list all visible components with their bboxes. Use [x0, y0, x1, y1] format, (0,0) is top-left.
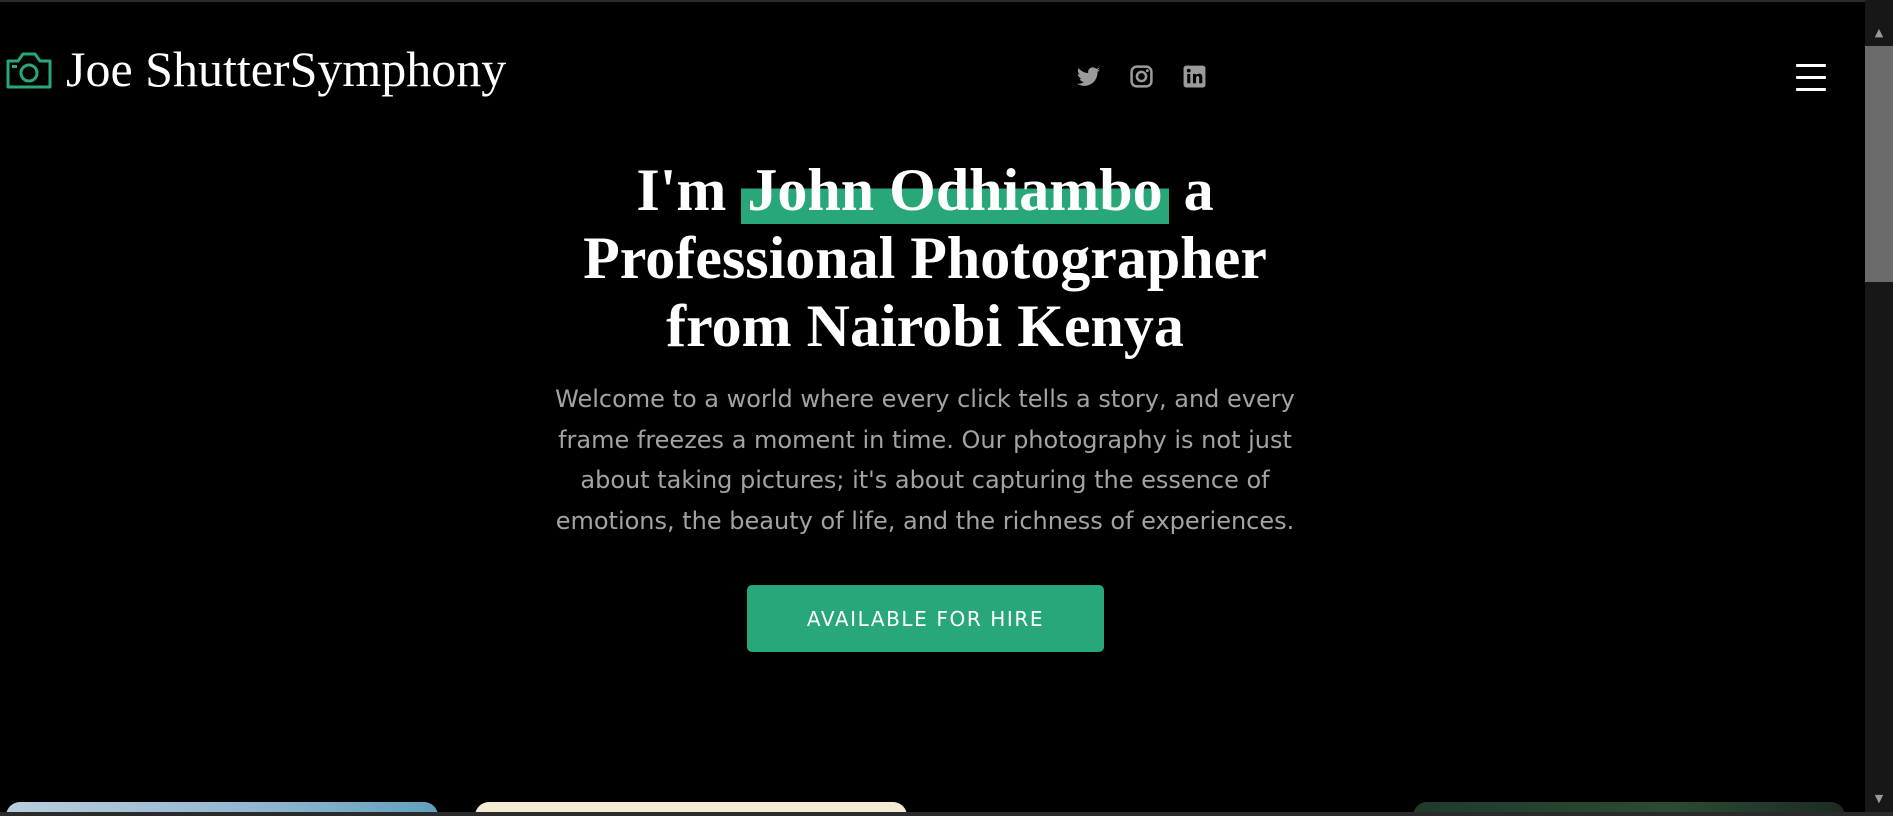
twitter-icon[interactable] — [1076, 64, 1101, 89]
camera-icon — [6, 52, 52, 89]
hero-title: I'm John Odhiambo a Professional Photogra… — [535, 156, 1315, 360]
hero-description: Welcome to a world where every click tel… — [555, 385, 1295, 535]
menu-bar — [1796, 64, 1826, 67]
scroll-down-arrow-icon[interactable]: ▼ — [1865, 788, 1893, 810]
vertical-scrollbar[interactable]: ▲ ▼ — [1865, 0, 1893, 816]
hero-title-highlight-name: John Odhiambo — [741, 156, 1169, 224]
social-links — [1076, 64, 1207, 89]
hamburger-menu-icon[interactable] — [1796, 64, 1826, 91]
window-bottom-border — [0, 812, 1893, 816]
menu-bar — [1796, 76, 1826, 79]
page: Joe ShutterSymphony I'm John Odhiambo aP… — [0, 0, 1865, 814]
linkedin-icon[interactable] — [1182, 64, 1207, 89]
hero-title-line2: Professional Photographer — [583, 225, 1267, 291]
brand-name: Joe ShutterSymphony — [66, 41, 507, 97]
hero-title-line3: from Nairobi Kenya — [666, 293, 1184, 359]
hero-title-suffix: a — [1168, 157, 1214, 223]
instagram-icon[interactable] — [1129, 64, 1154, 89]
scroll-up-arrow-icon[interactable]: ▲ — [1865, 22, 1893, 44]
available-for-hire-button[interactable]: AVAILABLE FOR HIRE — [747, 585, 1104, 652]
menu-bar — [1796, 88, 1826, 91]
scrollbar-thumb[interactable] — [1865, 46, 1893, 282]
brand-logo-link[interactable]: Joe ShutterSymphony — [4, 41, 507, 97]
hero-title-prefix: I'm — [636, 157, 742, 223]
